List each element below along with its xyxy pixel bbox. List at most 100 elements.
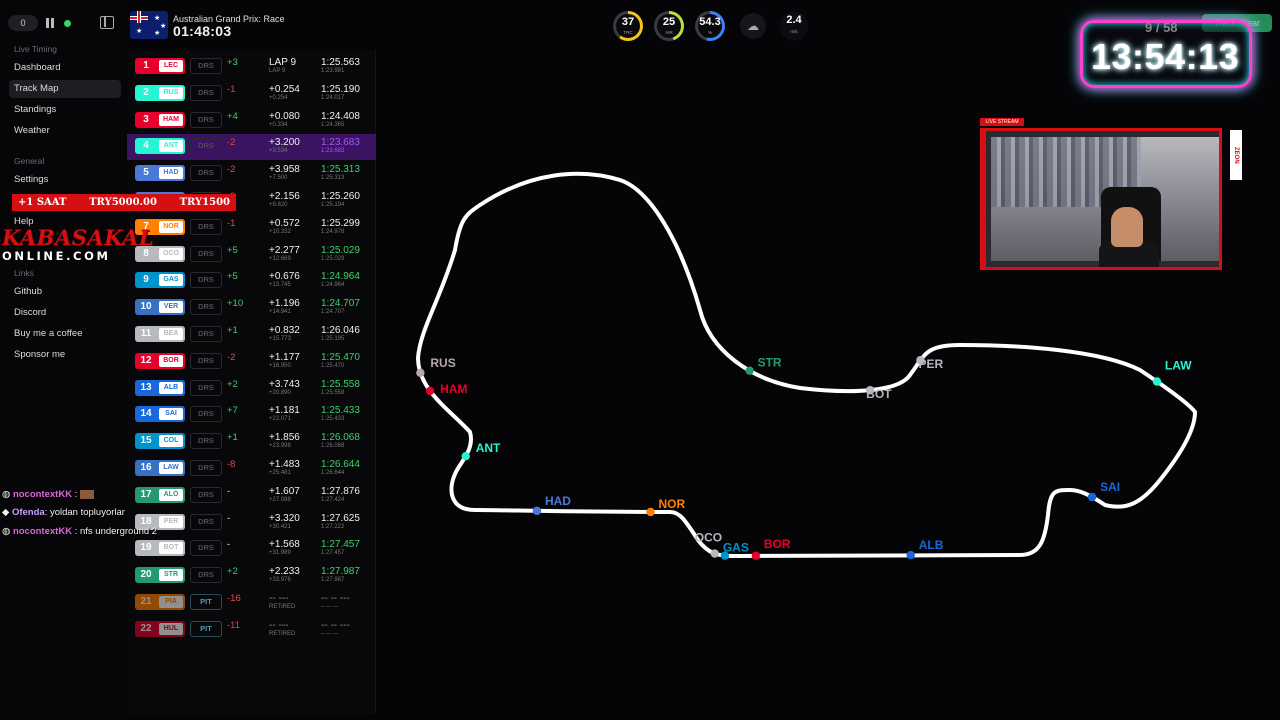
table-row[interactable]: 3 HAM DRS +4 +0.080 +0.334 1:24.408 1:24.365 (127, 108, 376, 134)
car-marker-oco[interactable] (710, 549, 719, 558)
table-row[interactable]: 14 SAI DRS +7 +1.181 +22.071 1:25.433 1:25.433 (127, 402, 376, 428)
sidebar-toggle-icon[interactable] (100, 16, 114, 29)
position-change: +2 (227, 566, 238, 578)
best-lap: 1:24.365 (321, 121, 345, 128)
wind-gauge: 2.4 m/s (780, 11, 808, 41)
last-lap: 1:24.707 (321, 298, 360, 310)
car-marker-had[interactable] (532, 506, 542, 516)
drs-indicator: DRS (190, 245, 222, 262)
best-lap: 1:27.987 (321, 577, 345, 584)
gap-to-ahead: +2.277 (269, 244, 300, 256)
car-marker-ham[interactable] (425, 386, 435, 396)
gap-to-leader: +3.534 (269, 148, 288, 155)
last-lap: 1:25.558 (321, 378, 360, 390)
table-row[interactable]: 4 ANT DRS -2 +3.200 +3.534 1:23.683 1:23.683 (127, 134, 376, 161)
sidebar-item-sponsor[interactable]: Sponsor me (9, 346, 121, 364)
gap-to-ahead: +0.080 (269, 110, 300, 122)
driver-code: SAI (159, 408, 183, 421)
sidebar-item-settings[interactable]: Settings (9, 171, 121, 189)
driver-code: GAS (159, 274, 183, 287)
gap-to-ahead: +2.156 (269, 191, 300, 202)
sponsor-logo: KABASAKAL ONLINE.COM (2, 226, 154, 263)
best-lap: 1:25.029 (321, 255, 345, 262)
table-row[interactable]: 16 LAW DRS -8 +1.483 +25.481 1:26.644 1:26.644 (127, 456, 376, 482)
drs-indicator: DRS (190, 111, 222, 128)
air-temp-value: 25 (662, 16, 676, 28)
sidebar-item-standings[interactable]: Standings (9, 101, 121, 119)
gap-to-leader: +7.500 (269, 175, 288, 182)
last-lap: 1:25.299 (321, 217, 360, 229)
table-row[interactable]: 7 NOR DRS -1 +0.572 +10.332 1:25.299 1:24.978 (127, 215, 376, 241)
position: 16 (140, 462, 152, 473)
car-marker-bor[interactable] (751, 551, 761, 560)
gap-to-ahead: +1.856 (269, 432, 300, 444)
position-change: +1 (227, 432, 238, 444)
gap-to-ahead: +0.676 (269, 271, 300, 283)
drs-indicator: DRS (190, 352, 222, 369)
table-row[interactable]: 19 BOT DRS - +1.568 +31.989 1:27.457 1:27.457 (127, 536, 376, 562)
replay-counter[interactable]: 0 (8, 15, 38, 31)
promo-item-duration: +1 SAAT (18, 197, 67, 208)
sidebar-item-weather[interactable]: Weather (9, 122, 121, 140)
driver-tag: 14 SAI (135, 406, 185, 423)
table-row[interactable]: 5 HAD DRS -2 +3.958 +7.500 1:25.313 1:25.313 (127, 161, 376, 187)
position-change: -2 (227, 164, 236, 176)
car-marker-rus[interactable] (416, 368, 425, 378)
car-label: STR (758, 356, 782, 370)
table-row[interactable]: 11 BEA DRS +1 +0.832 +15.773 1:26.046 1:25.195 (127, 322, 376, 348)
humidity-value: 54.3 (699, 16, 721, 28)
car-marker-str[interactable] (745, 366, 754, 375)
table-row[interactable]: 21 PIA PIT -16 -- --- RETIRED -- -- --- -- -- -… (127, 590, 376, 616)
drs-indicator: DRS (190, 406, 222, 423)
last-lap: -- -- --- (321, 619, 350, 631)
last-lap: 1:27.625 (321, 512, 360, 524)
drs-indicator: DRS (190, 84, 222, 101)
sidebar-item-github[interactable]: Github (9, 283, 121, 301)
last-lap: -- -- --- (321, 593, 350, 604)
car-marker-ant[interactable] (461, 451, 470, 461)
driver-tag: 10 VER (135, 299, 185, 316)
car-marker-nor[interactable] (646, 507, 655, 517)
driver-code: ALB (159, 381, 183, 394)
chat-message: ◍ nocontextKK : (2, 489, 242, 500)
car-marker-alb[interactable] (906, 550, 915, 560)
driver-tag: 19 BOT (135, 540, 185, 557)
sidebar-item-discord[interactable]: Discord (9, 304, 121, 322)
car-label: HAM (440, 382, 467, 396)
table-row[interactable]: 8 OCO DRS +5 +2.277 +12.669 1:25.029 1:25.029 (127, 242, 376, 268)
driver-code: HAD (159, 167, 183, 180)
table-row[interactable]: 13 ALB DRS +2 +3.743 +20.890 1:25.558 1:25.558 (127, 376, 376, 402)
table-row[interactable]: 1 LEC DRS +3 LAP 9 LAP 9 1:25.563 1:23.981 (127, 54, 376, 80)
sidebar-item-coffee[interactable]: Buy me a coffee (9, 325, 121, 343)
table-row[interactable]: 2 RUS DRS -1 +0.254 +0.254 1:25.190 1:24.017 (127, 81, 376, 107)
session-clock: 01:48:03 (173, 23, 232, 39)
gap-to-leader: +25.481 (269, 470, 291, 476)
sidebar-item-track-map[interactable]: Track Map (9, 80, 121, 98)
last-lap: 1:23.683 (321, 137, 360, 149)
table-row[interactable]: 15 COL DRS +1 +1.856 +23.998 1:26.068 1:26.068 (127, 429, 376, 455)
driver-code: RUS (159, 86, 183, 99)
table-row[interactable]: 12 BOR DRS -2 +1.177 +16.950 1:25.470 1:25.470 (127, 349, 376, 375)
table-row[interactable]: 20 STR DRS +2 +2.233 +33.976 1:27.987 1:27.987 (127, 563, 376, 589)
gap-to-ahead: LAP 9 (269, 57, 297, 68)
driver-tag: 20 STR (135, 567, 185, 584)
driver-tag: 12 BOR (135, 352, 185, 369)
car-marker-sai[interactable] (1087, 492, 1097, 502)
drs-indicator: DRS (190, 218, 222, 235)
table-row[interactable]: 10 VER DRS +10 +1.196 +14.941 1:24.707 1:24.707 (127, 295, 376, 321)
position: 4 (143, 140, 149, 152)
table-row[interactable]: 9 GAS DRS +5 +0.676 +13.745 1:24.964 1:24.964 (127, 268, 376, 294)
car-marker-law[interactable] (1152, 377, 1162, 386)
position: 10 (140, 301, 152, 313)
chat-text: : yoldan topluyorlar (44, 507, 125, 518)
pause-icon[interactable] (46, 18, 56, 28)
table-row[interactable]: 22 HUL PIT -11 -- --- RETIRED -- -- --- -- -- -… (127, 617, 376, 643)
position-change: -1 (227, 217, 236, 229)
position: 21 (140, 596, 152, 607)
gap-to-leader: +20.890 (269, 389, 291, 396)
webcam-frame (980, 128, 1222, 270)
live-stream-label: LIVE STREAM (980, 118, 1024, 126)
gap-to-ahead: +0.572 (269, 217, 300, 229)
sidebar-item-dashboard[interactable]: Dashboard (9, 59, 121, 77)
best-lap: 1:24.017 (321, 94, 345, 101)
